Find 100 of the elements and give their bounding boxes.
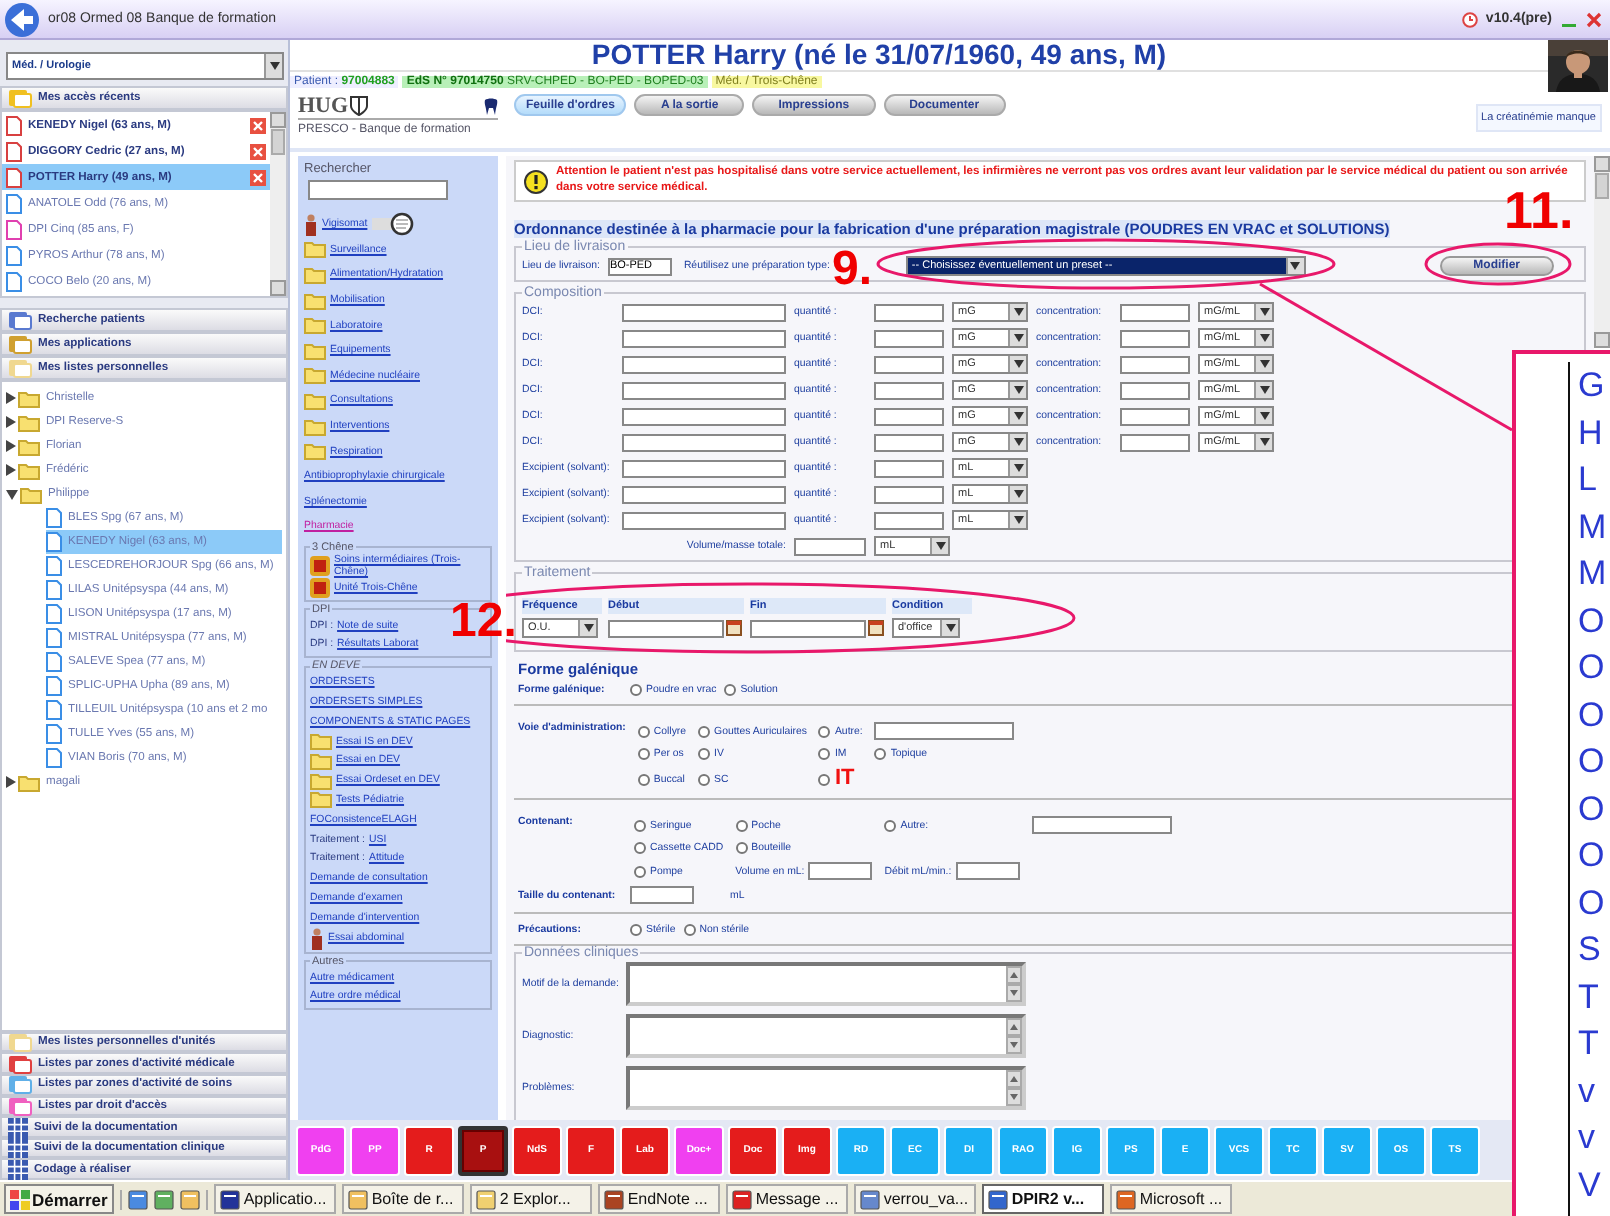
folder-icon xyxy=(8,1074,32,1095)
taskbar-item[interactable]: verrou_va... xyxy=(853,1184,976,1214)
radio-button[interactable] xyxy=(634,865,646,877)
input-field[interactable] xyxy=(622,303,786,321)
taskbar-item[interactable]: EndNote ... xyxy=(597,1184,720,1214)
callout-text: O xyxy=(1578,881,1607,925)
radio-button[interactable] xyxy=(724,684,737,696)
input-field[interactable] xyxy=(874,722,1015,740)
radio-button[interactable] xyxy=(637,748,650,760)
expand-arrow-icon[interactable] xyxy=(6,416,16,428)
input-field[interactable] xyxy=(622,407,786,425)
input-field[interactable] xyxy=(1120,407,1190,425)
text-area[interactable] xyxy=(626,962,1026,1006)
callout-text: G xyxy=(1578,364,1607,408)
input-field[interactable] xyxy=(622,459,786,477)
app-icon xyxy=(987,1189,1008,1209)
input-field[interactable] xyxy=(874,485,944,503)
input-field[interactable] xyxy=(955,862,1020,880)
remove-icon[interactable] xyxy=(250,143,266,159)
radio-button[interactable] xyxy=(818,725,831,737)
radio-button[interactable] xyxy=(634,819,646,831)
text-area[interactable] xyxy=(626,1014,1026,1058)
input-field[interactable] xyxy=(874,381,944,399)
radio-button[interactable] xyxy=(818,773,831,785)
expand-arrow-icon[interactable] xyxy=(6,392,16,404)
taskbar-item[interactable]: Applicatio... xyxy=(213,1184,336,1214)
input-field[interactable] xyxy=(622,433,786,451)
radio-label: IT xyxy=(834,768,855,790)
input-field[interactable] xyxy=(1120,381,1190,399)
expand-arrow-icon[interactable] xyxy=(6,440,16,452)
input-field[interactable] xyxy=(794,537,866,555)
radio-button[interactable] xyxy=(874,748,887,760)
app-icon xyxy=(219,1189,240,1209)
radio-button[interactable] xyxy=(634,842,646,854)
input-field[interactable] xyxy=(874,459,944,477)
text-area[interactable] xyxy=(626,1066,1026,1110)
back-icon[interactable] xyxy=(4,1,40,37)
callout-text: O xyxy=(1578,740,1607,784)
scrollbar[interactable] xyxy=(270,112,286,296)
expand-arrow-icon[interactable] xyxy=(6,776,16,788)
radio-button[interactable] xyxy=(683,924,696,936)
grid-icon xyxy=(8,1117,28,1138)
taskbar-item[interactable]: 2 Explor... xyxy=(469,1184,592,1214)
app-icon xyxy=(475,1189,496,1209)
radio-button[interactable] xyxy=(630,684,642,696)
input-field[interactable] xyxy=(874,303,944,321)
search-field[interactable] xyxy=(308,180,448,200)
expand-arrow-icon[interactable] xyxy=(6,464,16,476)
radio-button[interactable] xyxy=(637,725,650,737)
input-field[interactable] xyxy=(622,355,786,373)
radio-button[interactable] xyxy=(735,819,748,831)
scrollbar[interactable] xyxy=(1006,1070,1022,1106)
input-field[interactable] xyxy=(1120,303,1190,321)
callout-text: V xyxy=(1578,1163,1603,1207)
taskbar-item[interactable]: DPIR2 v... xyxy=(981,1184,1104,1214)
date-field[interactable] xyxy=(750,619,866,637)
input-field[interactable] xyxy=(874,511,944,529)
close-icon[interactable] xyxy=(1586,11,1602,27)
app-icon[interactable] xyxy=(127,1189,148,1209)
input-field[interactable] xyxy=(1120,433,1190,451)
scrollbar[interactable] xyxy=(1594,156,1610,348)
radio-button[interactable] xyxy=(818,748,831,760)
input-field[interactable] xyxy=(874,407,944,425)
radio-button[interactable] xyxy=(698,748,711,760)
radio-button[interactable] xyxy=(698,773,711,785)
start-button[interactable]: Démarrer xyxy=(4,1184,114,1214)
input-field[interactable] xyxy=(874,355,944,373)
date-field[interactable] xyxy=(608,619,724,637)
radio-button[interactable] xyxy=(735,842,748,854)
taskbar-item[interactable]: Message ... xyxy=(725,1184,848,1214)
calendar-icon[interactable] xyxy=(726,620,742,636)
radio-button[interactable] xyxy=(630,924,642,936)
input-field[interactable] xyxy=(1120,329,1190,347)
app-icon[interactable] xyxy=(179,1189,200,1209)
radio-button[interactable] xyxy=(884,819,897,831)
radio-button[interactable] xyxy=(698,725,711,737)
input-field[interactable] xyxy=(622,329,786,347)
scrollbar[interactable] xyxy=(1006,966,1022,1002)
taskbar-item[interactable]: Microsoft ... xyxy=(1109,1184,1232,1214)
remove-icon[interactable] xyxy=(250,169,266,185)
taskbar-item[interactable]: Boîte de r... xyxy=(341,1184,464,1214)
expand-arrow-icon[interactable] xyxy=(6,489,18,499)
input-field[interactable] xyxy=(622,485,786,503)
folder-icon xyxy=(304,366,326,385)
input-field[interactable] xyxy=(874,329,944,347)
calendar-icon[interactable] xyxy=(868,620,884,636)
radio-button[interactable] xyxy=(637,773,650,785)
remove-icon[interactable] xyxy=(250,117,266,133)
figure-icon xyxy=(310,927,324,950)
input-field[interactable] xyxy=(630,886,694,904)
shield-icon xyxy=(350,96,369,116)
input-field[interactable] xyxy=(808,862,873,880)
scrollbar[interactable] xyxy=(1006,1018,1022,1054)
folder-icon xyxy=(310,790,332,809)
input-field[interactable] xyxy=(874,433,944,451)
input-field[interactable] xyxy=(1031,816,1172,834)
input-field[interactable] xyxy=(622,381,786,399)
app-icon[interactable] xyxy=(153,1189,174,1209)
input-field[interactable] xyxy=(1120,355,1190,373)
input-field[interactable] xyxy=(622,511,786,529)
